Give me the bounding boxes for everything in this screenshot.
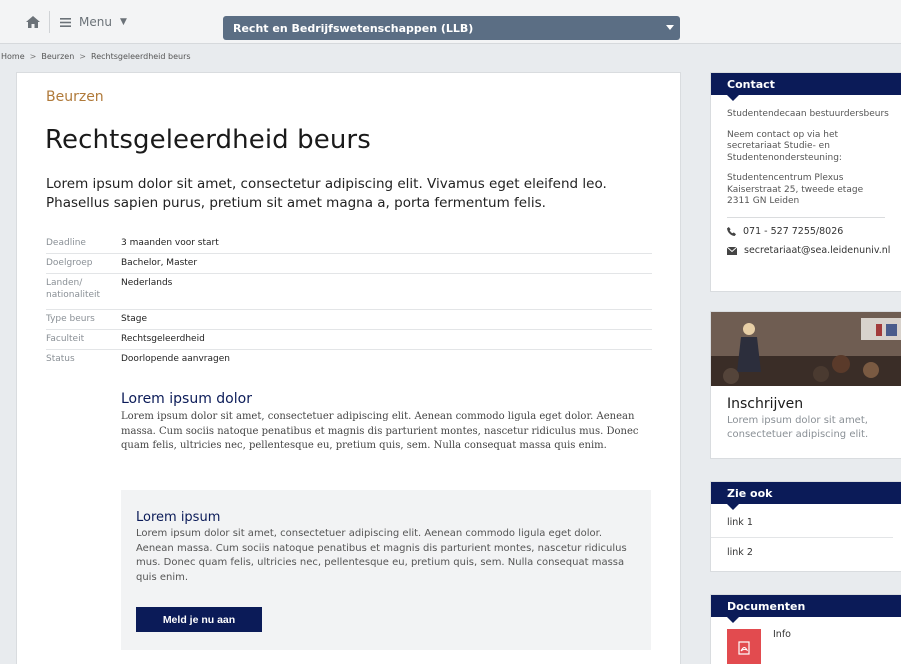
breadcrumb-separator: > bbox=[29, 51, 37, 61]
see-also-link[interactable]: link 2 bbox=[711, 538, 893, 568]
pdf-icon bbox=[727, 629, 761, 664]
main-content: Beurzen Rechtsgeleerdheid beurs Lorem ip… bbox=[16, 72, 681, 664]
lead-paragraph: Lorem ipsum dolor sit amet, consectetur … bbox=[46, 176, 607, 211]
text-section: Lorem ipsum dolor Lorem ipsum dolor sit … bbox=[121, 391, 651, 454]
address-line: 2311 GN Leiden bbox=[727, 196, 800, 206]
breadcrumb-home[interactable]: Home bbox=[1, 52, 25, 61]
detail-value: Stage bbox=[121, 314, 148, 324]
email-address: secretariaat@sea.leidenuniv.nl bbox=[744, 245, 891, 256]
contact-email[interactable]: secretariaat@sea.leidenuniv.nl bbox=[727, 245, 893, 257]
documents-title: Documenten bbox=[711, 595, 901, 623]
detail-key: Doelgroep bbox=[46, 258, 93, 268]
menu-label: Menu bbox=[79, 15, 112, 29]
top-navigation-bar: Menu ▼ Recht en Bedrijfswetenschappen (L… bbox=[0, 0, 901, 44]
programme-select-value: Recht en Bedrijfswetenschappen (LLB) bbox=[233, 21, 474, 35]
scholarship-details-table: Deadline 3 maanden voor start Doelgroep … bbox=[46, 234, 652, 370]
contact-divider bbox=[727, 216, 885, 218]
callout-body: Lorem ipsum dolor sit amet, consectetuer… bbox=[136, 528, 627, 583]
programme-select[interactable]: Recht en Bedrijfswetenschappen (LLB) bbox=[223, 16, 680, 40]
detail-value: 3 maanden voor start bbox=[121, 238, 219, 248]
lecture-photo bbox=[711, 312, 901, 386]
hamburger-icon bbox=[60, 17, 71, 27]
breadcrumb-beurzen[interactable]: Beurzen bbox=[41, 52, 74, 61]
document-label: Info bbox=[773, 629, 791, 640]
section-heading: Lorem ipsum dolor bbox=[121, 391, 252, 407]
lecture-photo-illustration bbox=[711, 312, 901, 386]
see-also-link[interactable]: link 1 bbox=[711, 508, 893, 538]
detail-row: Faculteit Rechtsgeleerdheid bbox=[46, 330, 652, 350]
home-icon bbox=[25, 16, 40, 28]
page-title: Rechtsgeleerdheid beurs bbox=[45, 125, 371, 155]
see-also-panel: Zie ook link 1 link 2 bbox=[710, 481, 901, 572]
detail-row: Deadline 3 maanden voor start bbox=[46, 234, 652, 254]
detail-value: Doorlopende aanvragen bbox=[121, 354, 230, 364]
contact-address: Studentencentrum Plexus Kaiserstraat 25,… bbox=[727, 173, 893, 208]
detail-value: Bachelor, Master bbox=[121, 258, 198, 268]
detail-key: Landen/ nationaliteit bbox=[46, 278, 101, 300]
detail-value: Nederlands bbox=[121, 278, 173, 288]
breadcrumb-separator: > bbox=[79, 51, 86, 61]
contact-intro: Neem contact op via het secretariaat Stu… bbox=[727, 129, 842, 163]
contact-role: Studentendecaan bestuurdersbeurs bbox=[727, 109, 889, 119]
section-body: Lorem ipsum dolor sit amet, consectetuer… bbox=[121, 411, 639, 451]
detail-row: Doelgroep Bachelor, Master bbox=[46, 254, 652, 274]
document-item[interactable]: Info bbox=[711, 617, 901, 664]
section-kicker[interactable]: Beurzen bbox=[46, 89, 104, 105]
contact-panel-body: Studentendecaan bestuurdersbeurs Neem co… bbox=[711, 95, 901, 257]
detail-row: Status Doorlopende aanvragen bbox=[46, 350, 652, 370]
detail-key: Status bbox=[46, 354, 75, 364]
detail-key: Type beurs bbox=[46, 314, 95, 324]
promo-text: Lorem ipsum dolor sit amet, consectetuer… bbox=[727, 415, 869, 440]
menu-button[interactable]: Menu ▼ bbox=[60, 11, 127, 33]
address-line: Studentencentrum Plexus bbox=[727, 173, 844, 183]
dropdown-arrow-icon bbox=[666, 25, 674, 30]
envelope-icon bbox=[727, 246, 737, 255]
address-line: Kaiserstraat 25, tweede etage bbox=[727, 184, 864, 195]
contact-phone[interactable]: 071 - 527 7255/8026 bbox=[727, 226, 893, 238]
contact-panel-title: Contact bbox=[711, 73, 901, 101]
phone-icon bbox=[727, 226, 736, 236]
see-also-title: Zie ook bbox=[711, 482, 901, 510]
home-button[interactable] bbox=[16, 11, 50, 33]
callout-heading: Lorem ipsum bbox=[136, 510, 221, 525]
phone-number: 071 - 527 7255/8026 bbox=[743, 225, 844, 237]
detail-key: Faculteit bbox=[46, 334, 85, 344]
chevron-down-icon: ▼ bbox=[119, 17, 127, 27]
breadcrumb: Home > Beurzen > Rechtsgeleerdheid beurs bbox=[0, 47, 191, 65]
detail-key: Deadline bbox=[46, 238, 86, 248]
signup-callout: Lorem ipsum Lorem ipsum dolor sit amet, … bbox=[121, 490, 651, 650]
signup-button[interactable]: Meld je nu aan bbox=[136, 607, 262, 632]
detail-row: Type beurs Stage bbox=[46, 310, 652, 330]
detail-row: Landen/ nationaliteit Nederlands bbox=[46, 274, 652, 310]
documents-panel: Documenten Info bbox=[710, 594, 901, 664]
enrollment-promo-card[interactable]: Inschrijven Lorem ipsum dolor sit amet, … bbox=[710, 311, 901, 459]
detail-value: Rechtsgeleerdheid bbox=[121, 334, 205, 344]
promo-title: Inschrijven bbox=[727, 396, 804, 412]
breadcrumb-current: Rechtsgeleerdheid beurs bbox=[91, 51, 191, 61]
contact-panel: Contact Studentendecaan bestuurdersbeurs… bbox=[710, 72, 901, 292]
